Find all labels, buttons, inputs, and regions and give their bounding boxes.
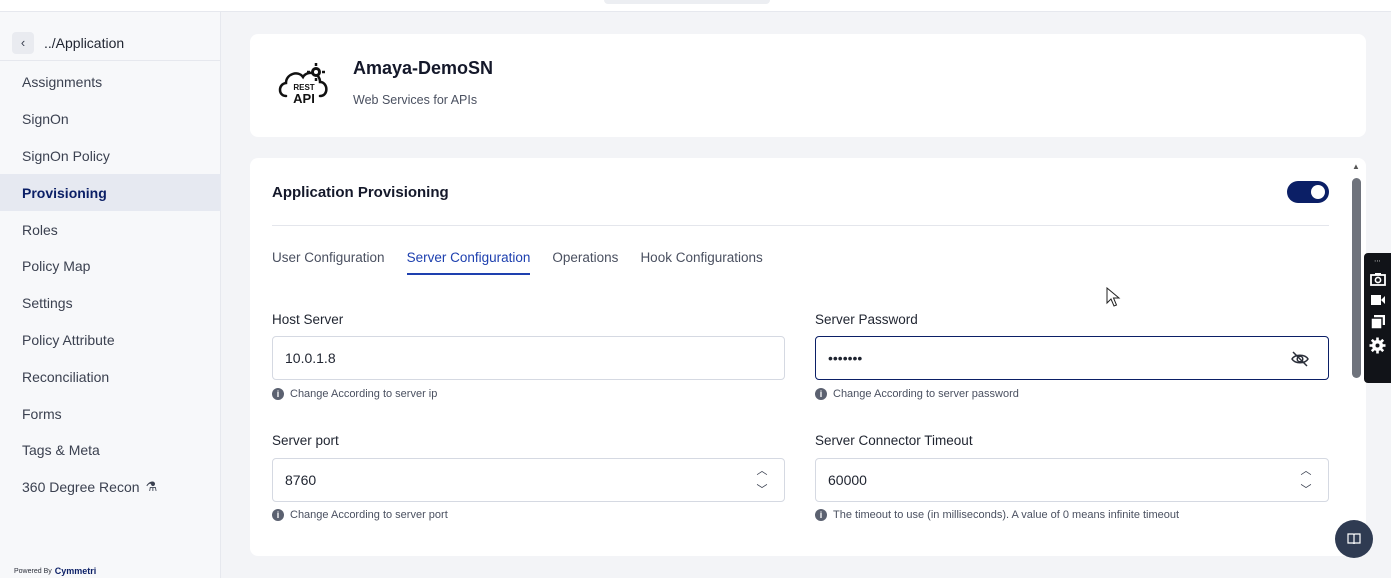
eye-off-icon[interactable] — [1290, 349, 1310, 369]
connector-timeout-label: Server Connector Timeout — [815, 433, 973, 448]
connector-timeout-hint: i The timeout to use (in milliseconds). … — [815, 509, 1179, 521]
svg-text:API: API — [293, 91, 315, 106]
sidebar-item-tags-meta[interactable]: Tags & Meta — [0, 432, 221, 469]
gear-icon[interactable] — [1369, 337, 1386, 354]
sidebar-item-roles[interactable]: Roles — [0, 211, 221, 248]
chevron-down-icon[interactable]: ﹀ — [757, 483, 768, 498]
sidebar-item-forms[interactable]: Forms — [0, 395, 221, 432]
connector-timeout-field[interactable]: ︿ ﹀ — [815, 458, 1329, 502]
provisioning-toggle[interactable] — [1287, 181, 1329, 203]
sidebar-item-settings[interactable]: Settings — [0, 285, 221, 322]
sidebar-item-360-degree-recon[interactable]: 360 Degree Recon ⚗ — [0, 469, 221, 506]
server-password-input[interactable]: ••••••• — [828, 350, 862, 366]
video-camera-icon[interactable] — [1370, 293, 1386, 307]
breadcrumb: ‹ ../Application — [0, 25, 221, 61]
chevron-up-icon[interactable]: ︿ — [757, 464, 768, 479]
global-search-stub[interactable] — [604, 0, 770, 4]
sidebar-item-label: Policy Attribute — [22, 331, 115, 348]
camera-icon[interactable] — [1369, 272, 1386, 286]
rest-api-icon: REST API — [278, 63, 328, 106]
help-button[interactable] — [1335, 520, 1373, 558]
info-icon: i — [815, 388, 827, 400]
chevron-down-icon[interactable]: ﹀ — [1301, 483, 1312, 498]
tab-server-configuration[interactable]: Server Configuration — [406, 250, 531, 275]
toggle-knob — [1311, 185, 1325, 199]
capture-toolbar: ⋯ — [1364, 253, 1391, 383]
top-bar — [0, 0, 1391, 12]
tab-hook-configurations[interactable]: Hook Configurations — [640, 250, 762, 275]
sidebar-item-label: Policy Map — [22, 258, 91, 275]
tab-operations[interactable]: Operations — [552, 250, 618, 275]
divider — [272, 225, 1329, 226]
sidebar-item-reconciliation[interactable]: Reconciliation — [0, 358, 221, 395]
connector-timeout-input[interactable] — [828, 472, 1278, 488]
server-port-stepper[interactable]: ︿ ﹀ — [754, 464, 770, 498]
chevron-up-icon[interactable]: ︿ — [1301, 464, 1312, 479]
windows-icon[interactable] — [1369, 314, 1386, 330]
host-server-input[interactable] — [285, 350, 735, 366]
info-icon: i — [272, 388, 284, 400]
sidebar-item-assignments[interactable]: Assignments — [0, 64, 221, 101]
hint-text: Change According to server ip — [290, 388, 438, 400]
sidebar-item-label: Roles — [22, 221, 58, 238]
scrollbar[interactable]: ▲ — [1351, 162, 1363, 392]
powered-by-label: Powered By — [14, 567, 52, 575]
mouse-cursor-icon — [1106, 287, 1121, 307]
flask-icon: ⚗ — [145, 479, 158, 495]
scroll-thumb[interactable] — [1352, 178, 1361, 378]
sidebar-item-label: SignOn Policy — [22, 147, 110, 164]
sidebar-item-provisioning[interactable]: Provisioning — [0, 174, 221, 212]
provisioning-card: Application Provisioning User Configurat… — [250, 158, 1366, 556]
sidebar-item-signon-policy[interactable]: SignOn Policy — [0, 138, 221, 175]
server-password-field[interactable]: ••••••• — [815, 336, 1329, 380]
hint-text: The timeout to use (in milliseconds). A … — [833, 509, 1180, 521]
scroll-up-arrow-icon[interactable]: ▲ — [1352, 162, 1360, 171]
server-port-hint: i Change According to server port — [272, 509, 448, 521]
sidebar-item-label: Settings — [22, 295, 73, 312]
sidebar: ‹ ../Application Assignments SignOn Sign… — [0, 12, 221, 578]
breadcrumb-label[interactable]: ../Application — [44, 35, 124, 51]
powered-by: Powered By Cymmetri — [14, 566, 96, 576]
sidebar-item-label: Tags & Meta — [22, 442, 100, 459]
brand-logo: Cymmetri — [54, 566, 97, 576]
sidebar-item-policy-map[interactable]: Policy Map — [0, 248, 221, 285]
host-server-label: Host Server — [272, 312, 344, 327]
sidebar-item-label: Provisioning — [22, 184, 107, 201]
server-password-hint: i Change According to server password — [815, 388, 1019, 400]
sidebar-nav: Assignments SignOn SignOn Policy Provisi… — [0, 64, 221, 506]
hint-text: Change According to server password — [833, 388, 1019, 400]
info-icon: i — [272, 509, 284, 521]
sidebar-item-label: Reconciliation — [22, 368, 110, 385]
section-title: Application Provisioning — [272, 184, 449, 201]
app-header-card: REST API Amaya-DemoSN Web Services for A… — [250, 34, 1366, 137]
info-icon: i — [815, 509, 827, 521]
config-tabs: User Configuration Server Configuration … — [272, 250, 763, 275]
app-name: Amaya-DemoSN — [353, 58, 494, 78]
back-button[interactable]: ‹ — [12, 31, 34, 54]
server-port-label: Server port — [272, 433, 339, 448]
host-server-field[interactable] — [272, 336, 785, 380]
sidebar-item-policy-attribute[interactable]: Policy Attribute — [0, 322, 221, 359]
connector-timeout-stepper[interactable]: ︿ ﹀ — [1298, 464, 1314, 498]
app-description: Web Services for APIs — [353, 93, 478, 107]
book-icon — [1347, 533, 1361, 545]
hint-text: Change According to server port — [290, 509, 448, 521]
server-port-input[interactable] — [285, 472, 735, 488]
sidebar-item-label: SignOn — [22, 111, 69, 128]
server-port-field[interactable]: ︿ ﹀ — [272, 458, 785, 502]
chevron-left-icon: ‹ — [20, 35, 26, 50]
sidebar-item-label: Assignments — [22, 74, 103, 91]
host-server-hint: i Change According to server ip — [272, 388, 437, 400]
more-options-icon[interactable]: ⋯ — [1374, 257, 1381, 265]
tab-user-configuration[interactable]: User Configuration — [272, 250, 385, 275]
server-password-label: Server Password — [815, 312, 918, 327]
sidebar-item-label: Forms — [22, 405, 62, 422]
sidebar-item-label: 360 Degree Recon — [22, 479, 140, 496]
sidebar-item-signon[interactable]: SignOn — [0, 101, 221, 138]
